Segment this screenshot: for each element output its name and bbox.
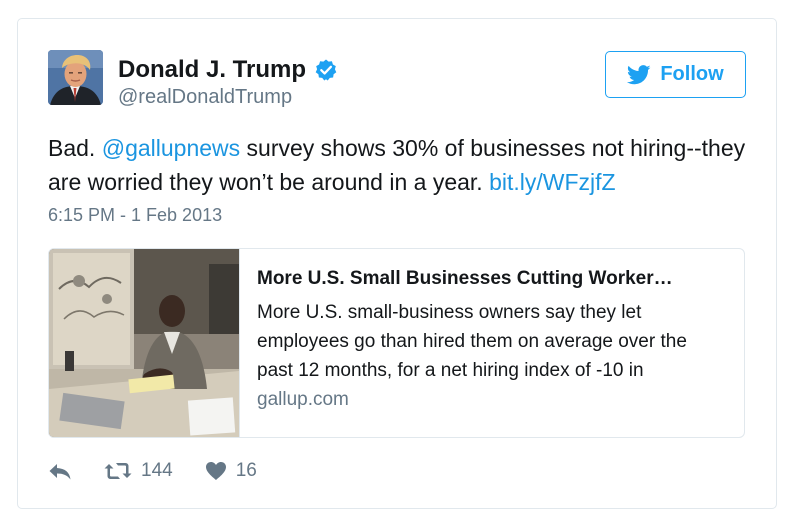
- tweet-actions: 144 16: [48, 459, 257, 483]
- tweet-text-start: Bad.: [48, 135, 102, 161]
- tweet-url-link[interactable]: bit.ly/WFzjfZ: [489, 169, 616, 195]
- tweet-text: Bad. @gallupnews survey shows 30% of bus…: [48, 131, 753, 199]
- user-handle[interactable]: @realDonaldTrump: [118, 86, 292, 109]
- card-body: More U.S. Small Businesses Cutting Worke…: [239, 249, 744, 437]
- display-name[interactable]: Donald J. Trump: [118, 56, 338, 84]
- follow-label: Follow: [660, 63, 724, 85]
- timestamp[interactable]: 6:15 PM - 1 Feb 2013: [48, 205, 222, 226]
- display-name-text[interactable]: Donald J. Trump: [118, 56, 306, 84]
- reply-icon: [49, 464, 71, 480]
- card-title[interactable]: More U.S. Small Businesses Cutting Worke…: [257, 266, 737, 292]
- retweet-count: 144: [141, 460, 173, 481]
- card-domain: gallup.com: [257, 389, 349, 410]
- link-preview-card[interactable]: More U.S. Small Businesses Cutting Worke…: [48, 248, 745, 438]
- card-description: More U.S. small-business owners say they…: [257, 302, 687, 381]
- reply-button[interactable]: [48, 461, 72, 481]
- heart-icon: [205, 462, 226, 480]
- like-button[interactable]: 16: [205, 460, 257, 482]
- verified-badge-icon: [314, 58, 338, 82]
- tweet-card: Donald J. Trump @realDonaldTrump Follow …: [17, 18, 777, 509]
- like-count: 16: [235, 460, 257, 481]
- avatar-image: [48, 50, 103, 105]
- mention-link[interactable]: @gallupnews: [102, 135, 240, 161]
- avatar[interactable]: [48, 50, 103, 105]
- follow-button[interactable]: Follow: [605, 51, 746, 98]
- card-thumbnail: [49, 249, 239, 437]
- retweet-button[interactable]: 144: [104, 460, 173, 482]
- retweet-icon: [104, 463, 132, 479]
- twitter-bird-icon: [627, 64, 651, 84]
